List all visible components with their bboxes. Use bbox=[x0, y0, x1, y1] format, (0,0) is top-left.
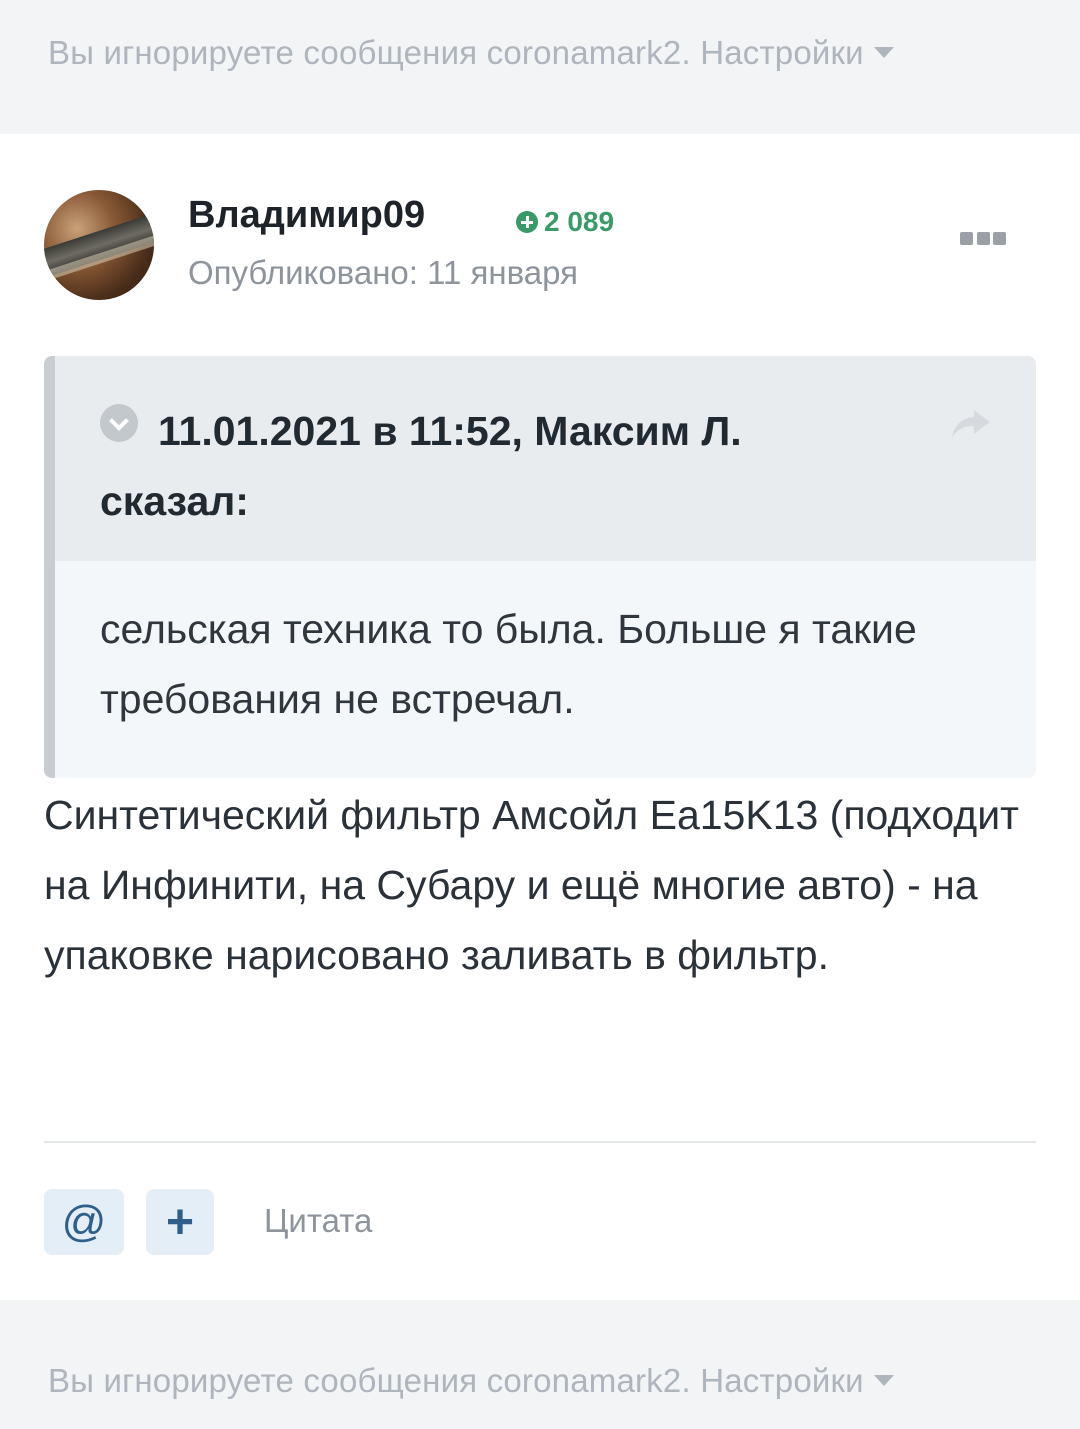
post-content: Синтетический фильтр Амсойл Ea15K13 (под… bbox=[44, 792, 1019, 978]
share-icon[interactable] bbox=[948, 404, 994, 444]
plus-circle-icon bbox=[516, 211, 538, 233]
more-options-icon[interactable] bbox=[960, 232, 1006, 246]
reputation-badge: 2 089 bbox=[516, 206, 614, 238]
avatar[interactable] bbox=[44, 190, 154, 300]
ignored-notice-text: Вы игнорируете сообщения coronamark2. На… bbox=[48, 34, 864, 71]
mention-button[interactable]: @ bbox=[44, 1189, 124, 1255]
quote-block: 11.01.2021 в 11:52, Максим Л. сказал: се… bbox=[44, 356, 1036, 778]
quote-header: 11.01.2021 в 11:52, Максим Л. сказал: bbox=[55, 356, 1036, 561]
quote-text: сельская техника то была. Больше я такие… bbox=[100, 606, 917, 722]
ignored-notice-text: Вы игнорируете сообщения coronamark2. На… bbox=[48, 1362, 864, 1399]
multiquote-button[interactable]: + bbox=[146, 1189, 214, 1255]
ignored-notice-bottom: Вы игнорируете сообщения coronamark2. На… bbox=[0, 1302, 1080, 1429]
published-date: Опубликовано: 11 января bbox=[188, 254, 578, 291]
chevron-down-icon[interactable] bbox=[873, 46, 894, 58]
reputation-value: 2 089 bbox=[544, 206, 615, 237]
author-name[interactable]: Владимир09 bbox=[188, 194, 425, 237]
quote-citation: 11.01.2021 в 11:52, Максим Л. сказал: bbox=[100, 408, 742, 524]
divider bbox=[44, 1141, 1036, 1143]
quote-button[interactable]: Цитата bbox=[264, 1202, 372, 1240]
chevron-down-icon[interactable] bbox=[873, 1374, 894, 1386]
post: Владимир09 2 089 Опубликовано: 11 января… bbox=[0, 134, 1080, 1300]
ignored-notice-top: Вы игнорируете сообщения coronamark2. На… bbox=[0, 0, 1080, 134]
